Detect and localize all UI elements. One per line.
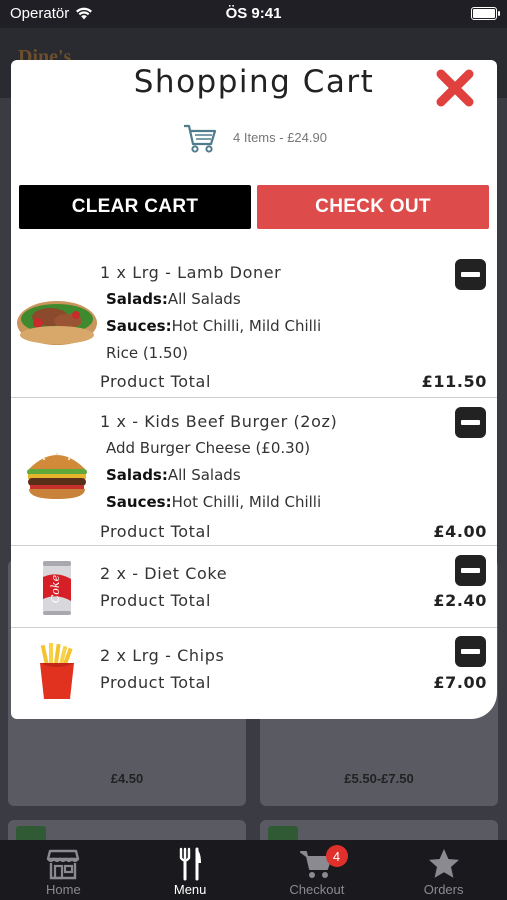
cart-summary: 4 Items - £24.90 xyxy=(11,118,497,156)
option-label: Sauces: xyxy=(106,493,172,511)
shopping-cart-modal: Shopping Cart 4 Items - £24.90 CLEAR CAR… xyxy=(11,60,497,719)
option-value: Hot Chilli, Mild Chilli xyxy=(171,493,322,511)
background-price-left: £4.50 xyxy=(110,771,144,786)
cart-count-badge: 4 xyxy=(325,845,348,867)
star-icon xyxy=(428,849,459,878)
item-option-line: Add Burger Cheese (£0.30) xyxy=(106,439,310,457)
chips-image xyxy=(16,640,98,702)
cart-item: 1 x - Kids Beef Burger (2oz) Add Burger … xyxy=(11,398,497,546)
option-value: All Salads xyxy=(167,290,241,308)
item-option-line: Salads:All Salads xyxy=(106,466,241,484)
item-title: 2 x Lrg - Chips xyxy=(100,646,225,665)
item-title: 1 x Lrg - Lamb Doner xyxy=(100,263,282,282)
item-option-line: Rice (1.50) xyxy=(106,344,188,362)
tab-orders[interactable]: Orders xyxy=(380,840,507,900)
cart-item: Coke 2 x - Diet Coke Product Total £2.40 xyxy=(11,546,497,628)
tab-label: Checkout xyxy=(289,882,345,897)
tab-label: Home xyxy=(46,882,81,897)
remove-item-button[interactable] xyxy=(455,555,486,586)
cart-summary-text: 4 Items - £24.90 xyxy=(233,129,327,145)
product-total-value: £7.00 xyxy=(433,673,487,692)
cutlery-icon xyxy=(179,847,202,881)
minus-icon xyxy=(461,272,480,277)
status-time: ÖS 9:41 xyxy=(225,5,282,22)
option-value: All Salads xyxy=(167,466,241,484)
check-out-button[interactable]: CHECK OUT xyxy=(257,185,489,229)
svg-text:Coke: Coke xyxy=(49,574,62,603)
product-total-label: Product Total xyxy=(100,372,212,391)
product-total-value: £4.00 xyxy=(433,522,487,541)
item-option-line: Sauces:Hot Chilli, Mild Chilli xyxy=(106,493,321,511)
item-option-line: Salads:All Salads xyxy=(106,290,241,308)
close-icon xyxy=(436,69,474,107)
product-total-label: Product Total xyxy=(100,522,212,541)
product-total-value: £2.40 xyxy=(433,591,487,610)
status-bar: Operatör ÖS 9:41 xyxy=(0,0,507,28)
cart-items-list: 1 x Lrg - Lamb Doner Salads:All Salads S… xyxy=(11,248,497,716)
remove-item-button[interactable] xyxy=(455,636,486,667)
doner-kebab-image xyxy=(16,288,98,358)
item-option-line: Sauces:Hot Chilli, Mild Chilli xyxy=(106,317,321,335)
remove-item-button[interactable] xyxy=(455,407,486,438)
tab-checkout[interactable]: 4 Checkout xyxy=(254,840,381,900)
tab-menu[interactable]: Menu xyxy=(127,840,254,900)
option-label: Salads: xyxy=(106,466,168,484)
tab-bar: Home Menu 4 Checkout Orders xyxy=(0,840,507,900)
item-title: 2 x - Diet Coke xyxy=(100,564,228,583)
background-price-right: £5.50-£7.50 xyxy=(344,771,414,786)
product-total-value: £11.50 xyxy=(421,372,487,391)
burger-image xyxy=(16,438,98,508)
item-title: 1 x - Kids Beef Burger (2oz) xyxy=(100,412,338,431)
minus-icon xyxy=(461,420,480,425)
tab-label: Menu xyxy=(173,882,207,897)
close-button[interactable] xyxy=(433,66,477,110)
option-value: Add Burger Cheese (£0.30) xyxy=(106,439,311,457)
clear-cart-button[interactable]: CLEAR CART xyxy=(19,185,251,229)
coke-can-image: Coke xyxy=(16,556,98,620)
cart-actions: CLEAR CART CHECK OUT xyxy=(19,185,489,229)
product-total-label: Product Total xyxy=(100,591,212,610)
minus-icon xyxy=(461,649,480,654)
remove-item-button[interactable] xyxy=(455,259,486,290)
tab-label: Orders xyxy=(423,882,464,897)
cart-icon xyxy=(184,124,217,153)
cart-item: 1 x Lrg - Lamb Doner Salads:All Salads S… xyxy=(11,248,497,398)
option-label: Salads: xyxy=(106,290,168,308)
battery-icon xyxy=(471,7,500,20)
modal-title: Shopping Cart xyxy=(133,64,375,100)
option-label: Sauces: xyxy=(106,317,172,335)
option-value: Hot Chilli, Mild Chilli xyxy=(171,317,322,335)
store-icon xyxy=(47,849,80,880)
tab-home[interactable]: Home xyxy=(0,840,127,900)
cart-item: 2 x Lrg - Chips Product Total £7.00 xyxy=(11,628,497,716)
option-value: Rice (1.50) xyxy=(106,344,188,362)
product-total-label: Product Total xyxy=(100,673,212,692)
minus-icon xyxy=(461,568,480,573)
